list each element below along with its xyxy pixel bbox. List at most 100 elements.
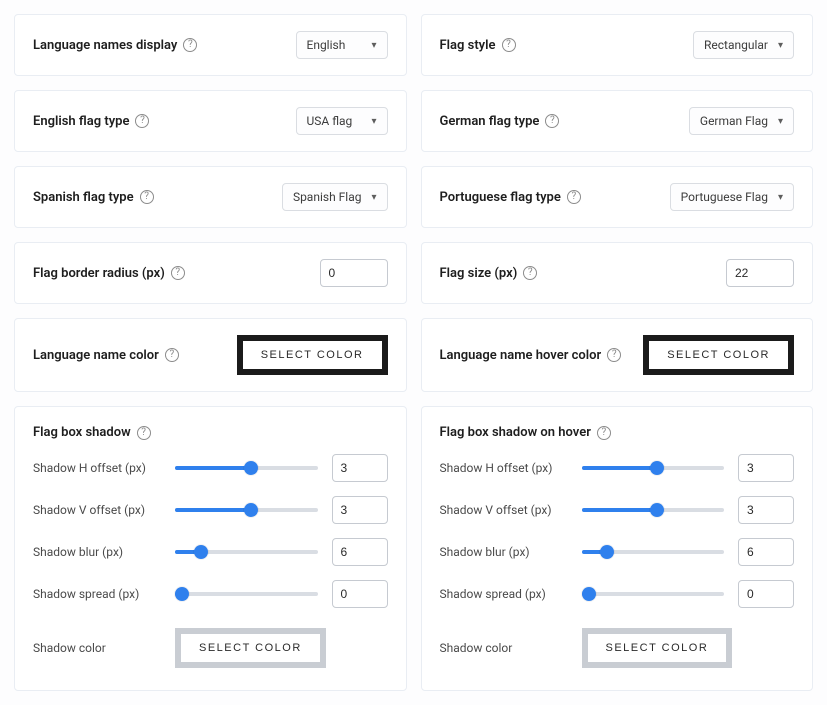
slider-thumb[interactable]: [582, 587, 596, 601]
shadow-slider[interactable]: [582, 501, 725, 519]
shadow-card-title: Flag box shadow on hover?: [440, 425, 611, 440]
shadow-slider[interactable]: [175, 501, 318, 519]
shadow-color-row: Shadow color SELECT COLOR: [33, 628, 388, 668]
help-icon[interactable]: ?: [502, 38, 516, 52]
shadow-item-label: Shadow V offset (px): [440, 503, 568, 517]
help-icon[interactable]: ?: [523, 266, 537, 280]
right-color-button-row-4[interactable]: SELECT COLOR: [643, 335, 794, 375]
shadow-slider[interactable]: [582, 543, 725, 561]
slider-track: [175, 466, 318, 470]
help-icon[interactable]: ?: [597, 426, 611, 440]
card-label: Spanish flag type?: [33, 190, 154, 205]
shadow-row: Shadow H offset (px): [33, 454, 388, 482]
shadow-item-label: Shadow V offset (px): [33, 503, 161, 517]
slider-track: [582, 592, 725, 596]
shadow-item-label: Shadow H offset (px): [33, 461, 161, 475]
shadow-color-label: Shadow color: [33, 641, 161, 655]
right-select-row-1[interactable]: German Flag ▾: [689, 107, 794, 135]
chevron-down-icon: ▾: [371, 116, 376, 127]
shadow-color-label: Shadow color: [440, 641, 568, 655]
shadow-value-input[interactable]: [738, 496, 794, 524]
slider-thumb[interactable]: [175, 587, 189, 601]
card-right-row-2: Portuguese flag type? Portuguese Flag▾: [421, 166, 814, 228]
shadow-color-button[interactable]: SELECT COLOR: [175, 628, 326, 668]
slider-thumb[interactable]: [600, 545, 614, 559]
shadow-slider[interactable]: [175, 585, 318, 603]
left-select-row-2[interactable]: Spanish Flag▾: [282, 183, 388, 211]
shadow-value-input[interactable]: [332, 496, 388, 524]
shadow-color-row: Shadow color SELECT COLOR: [440, 628, 795, 668]
help-icon[interactable]: ?: [165, 348, 179, 362]
help-icon[interactable]: ?: [171, 266, 185, 280]
card-label: Flag size (px)?: [440, 266, 538, 281]
select-value: English: [307, 38, 346, 52]
shadow-item-label: Shadow blur (px): [440, 545, 568, 559]
slider-fill: [582, 508, 658, 512]
shadow-card-title: Flag box shadow?: [33, 425, 151, 440]
shadow-row: Shadow spread (px): [33, 580, 388, 608]
card-right-row-0: Flag style? Rectangular ▾: [421, 14, 814, 76]
card-left-row-2: Spanish flag type? Spanish Flag▾: [14, 166, 407, 228]
slider-fill: [175, 466, 251, 470]
select-value: German Flag: [700, 114, 768, 128]
shadow-row: Shadow H offset (px): [440, 454, 795, 482]
card-right-row-3: Flag size (px)?: [421, 242, 814, 304]
help-icon[interactable]: ?: [607, 348, 621, 362]
shadow-row: Shadow V offset (px): [33, 496, 388, 524]
card-label: Language names display?: [33, 38, 197, 53]
shadow-list: Shadow H offset (px) Shadow V offset (px)…: [440, 454, 795, 668]
help-icon[interactable]: ?: [567, 190, 581, 204]
select-value: Rectangular: [704, 38, 768, 52]
shadow-slider[interactable]: [582, 585, 725, 603]
select-value: USA flag: [307, 114, 353, 128]
card-right-row-1: German flag type?German Flag▾: [421, 90, 814, 152]
shadow-item-label: Shadow H offset (px): [440, 461, 568, 475]
slider-track: [175, 508, 318, 512]
help-icon[interactable]: ?: [183, 38, 197, 52]
card-label: Portuguese flag type?: [440, 190, 581, 205]
left-select-row-0[interactable]: English▾: [296, 31, 388, 59]
shadow-value-input[interactable]: [332, 454, 388, 482]
slider-track: [175, 592, 318, 596]
slider-thumb[interactable]: [244, 461, 258, 475]
shadow-row: Shadow V offset (px): [440, 496, 795, 524]
slider-thumb[interactable]: [244, 503, 258, 517]
card-left-row-3: Flag border radius (px)?: [14, 242, 407, 304]
shadow-value-input[interactable]: [738, 538, 794, 566]
help-icon[interactable]: ?: [135, 114, 149, 128]
shadow-value-input[interactable]: [738, 580, 794, 608]
card-left-row-4: Language name color? SELECT COLOR: [14, 318, 407, 392]
shadow-value-input[interactable]: [738, 454, 794, 482]
slider-thumb[interactable]: [650, 503, 664, 517]
shadow-value-input[interactable]: [332, 580, 388, 608]
slider-fill: [175, 508, 251, 512]
help-icon[interactable]: ?: [137, 426, 151, 440]
shadow-list: Shadow H offset (px) Shadow V offset (px)…: [33, 454, 388, 668]
left-select-row-1[interactable]: USA flag ▾: [296, 107, 388, 135]
shadow-item-label: Shadow blur (px): [33, 545, 161, 559]
help-icon[interactable]: ?: [140, 190, 154, 204]
slider-thumb[interactable]: [650, 461, 664, 475]
slider-track: [582, 508, 725, 512]
shadow-slider[interactable]: [582, 459, 725, 477]
card-right-row-4: Language name hover color?SELECT COLOR: [421, 318, 814, 392]
shadow-slider[interactable]: [175, 459, 318, 477]
card-label: Language name color?: [33, 348, 179, 363]
right-select-row-2[interactable]: Portuguese Flag▾: [670, 183, 794, 211]
chevron-down-icon: ▾: [778, 116, 783, 127]
left-color-button-row-4[interactable]: SELECT COLOR: [237, 335, 388, 375]
left-number-row-3[interactable]: [320, 259, 388, 287]
chevron-down-icon: ▾: [778, 192, 783, 203]
shadow-value-input[interactable]: [332, 538, 388, 566]
chevron-down-icon: ▾: [778, 40, 783, 51]
chevron-down-icon: ▾: [371, 192, 376, 203]
card-label: Flag style?: [440, 38, 516, 53]
slider-thumb[interactable]: [194, 545, 208, 559]
right-number-row-3[interactable]: [726, 259, 794, 287]
shadow-color-button[interactable]: SELECT COLOR: [582, 628, 733, 668]
shadow-card-right: Flag box shadow on hover? Shadow H offset…: [421, 406, 814, 691]
shadow-item-label: Shadow spread (px): [33, 587, 161, 601]
help-icon[interactable]: ?: [545, 114, 559, 128]
shadow-slider[interactable]: [175, 543, 318, 561]
right-select-row-0[interactable]: Rectangular ▾: [693, 31, 794, 59]
